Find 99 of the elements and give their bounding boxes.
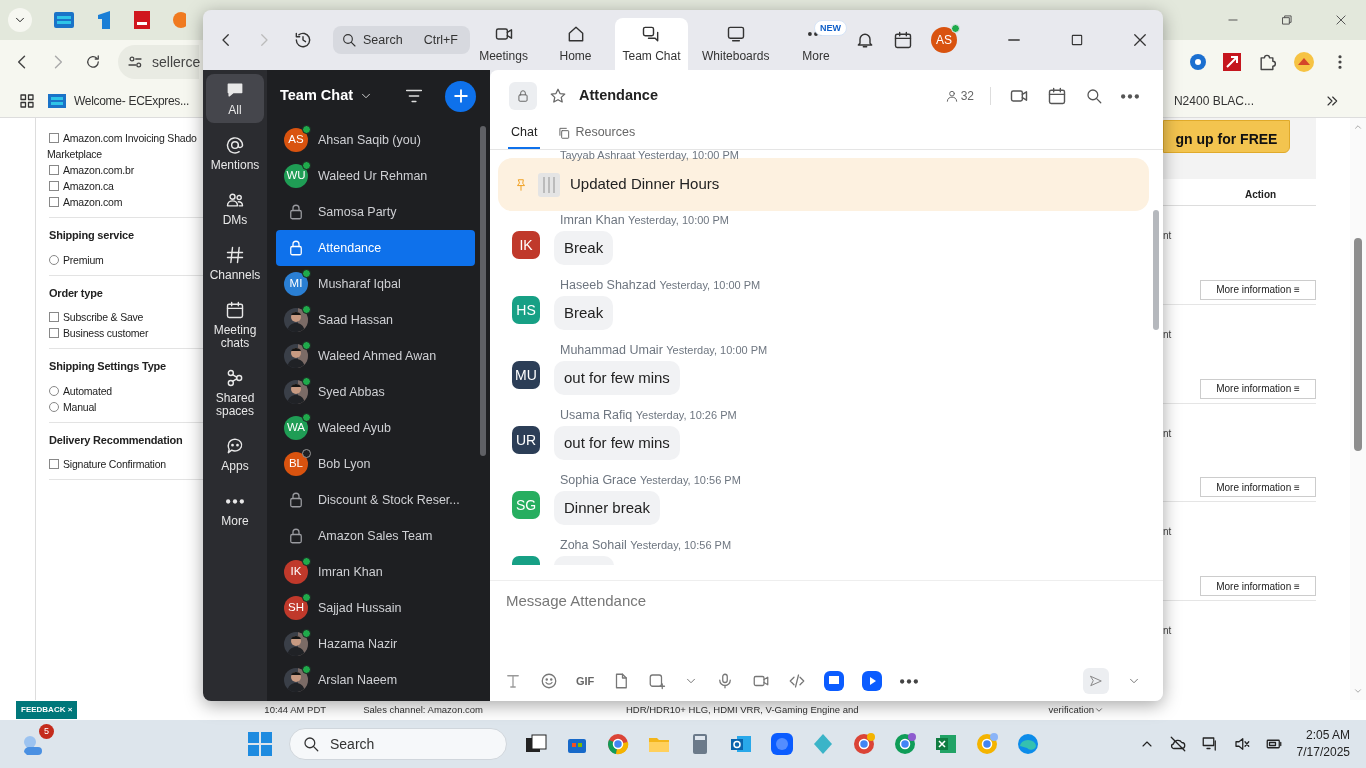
message-header: Haseeb Shahzad Yesterday, 10:00 PM — [559, 278, 761, 292]
filter-label: Premium — [63, 252, 104, 268]
filter-heading: Order type — [49, 285, 104, 301]
filter-label: Amazon.com.br — [63, 163, 134, 178]
search-field[interactable]: Search Ctrl+F — [333, 26, 470, 54]
chat-list-item[interactable]: AS Ahsan Saqib (you) — [276, 122, 475, 158]
avatar: HS — [512, 296, 540, 324]
filter-label: Amazon.com Invoicing Shado — [63, 131, 197, 146]
chat-list-item[interactable]: Arslan Naeem — [276, 662, 475, 698]
chat-list-item[interactable]: Syed Abbas — [276, 374, 475, 410]
sidebar-item[interactable]: Meeting chats — [206, 294, 264, 356]
chat-list-item[interactable]: Attendance — [276, 230, 475, 266]
sidebar-item[interactable]: Shared spaces — [206, 362, 264, 424]
filter-heading: Shipping Settings Type — [49, 359, 167, 374]
address-bar[interactable]: sellerce — [118, 45, 199, 79]
bookmark[interactable]: N2400 BLAC... — [1173, 91, 1254, 110]
sidebar-item[interactable]: More — [206, 485, 264, 534]
message-bubble: out for few mins — [554, 426, 680, 460]
filter-label: Automated — [63, 383, 112, 399]
table-cell-text: nt — [1163, 525, 1173, 540]
chat-list-item[interactable]: WA Waleed Ayub — [276, 410, 475, 446]
sidebar-item[interactable]: Mentions — [206, 129, 264, 178]
filter-label: Subscribe & Save — [63, 310, 144, 325]
message-bubble: Dinner break — [554, 491, 660, 525]
list-title[interactable]: Team Chat — [280, 85, 354, 107]
filter-label: Amazon.com — [63, 195, 123, 210]
chat-list-item[interactable]: Saad Hassan — [276, 302, 475, 338]
table-cell-text: nt — [1163, 426, 1173, 441]
clock[interactable]: 2:05 AM 7/17/2025 — [1296, 727, 1350, 761]
sidebar-item[interactable]: Apps — [206, 430, 264, 479]
nav-tab[interactable]: Whiteboards — [694, 18, 777, 70]
filter-label: Amazon.ca — [63, 179, 114, 194]
message-header: Tayyab Ashraat Yesterday, 10:00 PM — [559, 150, 740, 161]
table-cell-text: nt — [1163, 228, 1173, 243]
sidebar-item[interactable]: All — [206, 74, 264, 123]
filter-label: Manual — [63, 399, 97, 415]
message-bubble: Break — [554, 231, 614, 265]
nav-tab[interactable]: NEW More — [783, 18, 849, 70]
sidebar-item[interactable]: DMs — [206, 184, 264, 233]
avatar: SH — [284, 596, 308, 620]
message-header: Muhammad Umair Yesterday, 10:00 PM — [559, 343, 768, 357]
avatar: BL — [284, 452, 308, 476]
members-button[interactable]: 32 — [944, 87, 991, 105]
channel-title: Attendance — [579, 86, 658, 106]
taskbar-search[interactable]: Search — [289, 728, 507, 760]
pinned-message[interactable]: Updated Dinner Hours — [570, 173, 720, 196]
nav-tab[interactable]: Team Chat — [614, 18, 689, 70]
avatar: IK — [284, 560, 308, 584]
message-header: Imran Khan Yesterday, 10:00 PM — [559, 213, 729, 227]
avatar: MI — [284, 272, 308, 296]
chat-list-item[interactable]: Samosa Party — [276, 194, 475, 230]
new-badge: NEW — [814, 20, 847, 36]
footer-text: HDR/HDR10+ HLG, HDMI VRR, V-Gaming Engine and — [626, 702, 859, 717]
avatar: WA — [284, 416, 308, 440]
tab[interactable]: Resources — [554, 123, 639, 149]
more-information-button[interactable]: More information ≡ — [1200, 477, 1316, 498]
gif-button[interactable]: GIF — [576, 672, 595, 690]
sidebar-item[interactable]: Channels — [206, 239, 264, 288]
filter-heading: Shipping service — [49, 228, 135, 243]
avatar: MU — [512, 361, 540, 389]
chat-list-item[interactable]: SH Sajjad Hussain — [276, 590, 475, 626]
chat-list-item[interactable]: WU Waleed Ur Rehman — [276, 158, 475, 194]
table-cell-text: nt — [1163, 327, 1173, 342]
message-header: Usama Rafiq Yesterday, 10:26 PM — [559, 408, 737, 422]
filter-heading: Delivery Recommendation — [49, 432, 184, 448]
bookmark[interactable]: Welcome- ECExpres... — [48, 91, 190, 110]
feedback-button[interactable]: FEEDBACK × — [16, 701, 78, 719]
chat-list-item[interactable]: MI Musharaf Iqbal — [276, 266, 475, 302]
notification-badge: 5 — [39, 724, 54, 739]
message-header: Zoha Sohail Yesterday, 10:56 PM — [559, 538, 732, 552]
avatar: AS — [284, 128, 308, 152]
footer-text: verification — [1048, 702, 1094, 717]
message-bubble: Break — [554, 296, 614, 330]
more-information-button[interactable]: More information ≡ — [1200, 378, 1316, 399]
signup-button[interactable]: gn up for FREE — [1163, 120, 1290, 153]
chat-list-item[interactable]: IK Imran Khan — [276, 554, 475, 590]
footer-text: Sales channel: Amazon.com — [363, 702, 483, 717]
avatar: IK — [512, 231, 540, 259]
nav-tab[interactable]: Meetings — [470, 18, 537, 70]
chat-list-item[interactable]: Amazon Sales Team — [276, 518, 475, 554]
chat-list-item[interactable]: Hazama Nazir — [276, 626, 475, 662]
avatar: WU — [284, 164, 308, 188]
avatar: SG — [512, 491, 540, 519]
tab[interactable]: Chat — [508, 123, 541, 149]
more-information-button[interactable]: More information ≡ — [1200, 279, 1316, 300]
message-bubble: out for few mins — [554, 361, 680, 395]
avatar: UR — [512, 426, 540, 454]
message-header: Sophia Grace Yesterday, 10:56 PM — [559, 473, 741, 487]
chat-list-item[interactable]: Waleed Ahmed Awan — [276, 338, 475, 374]
more-information-button[interactable]: More information ≡ — [1200, 576, 1316, 597]
nav-tab[interactable]: Home — [542, 18, 609, 70]
table-cell-text: nt — [1163, 624, 1173, 639]
chat-list-item[interactable]: Discount & Stock Reser... — [276, 482, 475, 518]
filter-label: Business customer — [63, 326, 149, 341]
chat-list-item[interactable]: BL Bob Lyon — [276, 446, 475, 482]
account-avatar[interactable]: AS — [931, 27, 957, 53]
filter-label: Signature Confirmation — [63, 457, 166, 472]
footer-text: 10:44 AM PDT — [264, 702, 327, 717]
filter-label: Marketplace — [47, 147, 103, 162]
